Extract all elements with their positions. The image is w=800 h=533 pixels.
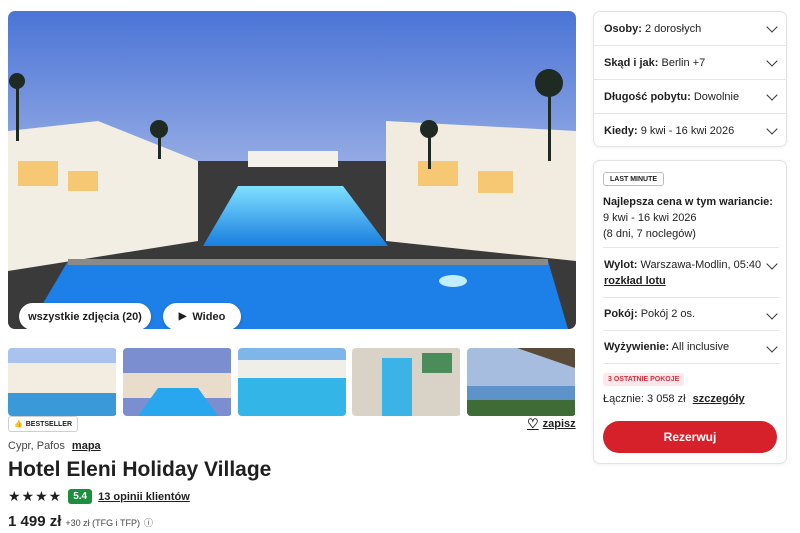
price-extra: +30 zł (TFG i TFP)	[65, 518, 140, 528]
gallery: wszystkie zdjęcia (20) ▶ Wideo	[8, 11, 576, 416]
bestseller-badge: 👍 BESTSELLER	[8, 416, 79, 432]
price-row: 1 499 zł +30 zł (TFG i TFP) ⓘ	[8, 513, 153, 530]
chevron-down-icon	[766, 20, 778, 33]
length-label: Długość pobytu:	[604, 90, 691, 103]
info-icon[interactable]: ⓘ	[144, 516, 153, 529]
reviews-link[interactable]: 13 opinii klientów	[98, 491, 190, 503]
location-text: Cypr, Pafos	[8, 440, 65, 452]
persons-value: 2 dorosłych	[644, 22, 702, 35]
room-row[interactable]: Pokój: Pokój 2 os.	[594, 308, 786, 320]
chevron-down-icon	[766, 88, 778, 101]
hotel-title: Hotel Eleni Holiday Village	[8, 458, 272, 481]
heart-icon: ♡	[527, 416, 539, 431]
from-value: Berlin +7	[661, 56, 706, 69]
board-label: Wyżywienie:	[604, 341, 670, 353]
hero-image	[8, 11, 576, 329]
price: 1 499 zł	[8, 513, 62, 530]
thumbnail-3-image	[237, 348, 346, 416]
chevron-down-icon	[766, 54, 778, 67]
save-button[interactable]: ♡ zapisz	[527, 416, 576, 432]
video-button[interactable]: ▶ Wideo	[163, 303, 241, 329]
rooms-left-badge: 3 OSTATNIE POKOJE	[603, 373, 685, 386]
flight-row[interactable]: Wylot: Warszawa-Modlin, 05:40 rozkład lot…	[594, 257, 786, 289]
filter-departure[interactable]: Skąd i jak: Berlin +7	[594, 46, 786, 80]
book-button[interactable]: Rezerwuj	[603, 421, 777, 453]
filter-when[interactable]: Kiedy: 9 kwi - 16 kwi 2026	[594, 114, 786, 148]
thumbnail-5[interactable]	[467, 348, 576, 416]
board-row[interactable]: Wyżywienie: All inclusive	[594, 341, 786, 353]
all-photos-button[interactable]: wszystkie zdjęcia (20)	[19, 303, 151, 329]
save-label: zapisz	[542, 418, 576, 430]
persons-label: Osoby:	[604, 22, 642, 35]
map-link[interactable]: mapa	[72, 440, 101, 452]
chevron-down-icon	[766, 123, 778, 135]
chevron-down-icon	[766, 308, 778, 320]
rating-row: ★★★★ 5.4 13 opinii klientów	[8, 488, 190, 505]
when-label: Kiedy:	[604, 125, 638, 137]
divider	[603, 363, 779, 364]
total-price: Łącznie: 3 058 zł szczegóły	[603, 393, 745, 405]
thumbnail-4[interactable]	[352, 348, 461, 416]
play-icon: ▶	[178, 311, 187, 322]
thumbnail-3[interactable]	[237, 348, 347, 416]
filter-persons[interactable]: Osoby: 2 dorosłych	[594, 12, 786, 46]
from-label: Skąd i jak:	[604, 56, 659, 69]
thumbnail-2[interactable]	[122, 348, 232, 416]
thumbs-up-icon: 👍	[14, 421, 23, 428]
chevron-down-icon	[766, 341, 778, 353]
room-value: Pokój 2 os.	[640, 308, 696, 320]
filter-length[interactable]: Długość pobytu: Dowolnie	[594, 80, 786, 114]
thumbnail-1[interactable]	[8, 348, 117, 416]
thumbnail-strip	[8, 348, 576, 416]
search-filters: Osoby: 2 dorosłych Skąd i jak: Berlin +7…	[593, 11, 787, 147]
flight-label: Wylot:	[604, 259, 638, 271]
star-rating: ★★★★	[8, 488, 63, 504]
best-price-heading: Najlepsza cena w tym wariancie:	[603, 196, 773, 208]
location: Cypr, Pafos mapa	[8, 440, 101, 452]
offer-card: LAST MINUTE Najlepsza cena w tym warianc…	[593, 160, 787, 464]
length-value: Dowolnie	[693, 90, 740, 103]
when-value: 9 kwi - 16 kwi 2026	[640, 125, 735, 137]
divider	[603, 297, 779, 298]
chevron-down-icon	[766, 258, 778, 270]
flight-value: Warszawa-Modlin, 05:40	[640, 259, 762, 271]
bestseller-label: BESTSELLER	[25, 420, 73, 428]
hero-photo[interactable]: wszystkie zdjęcia (20) ▶ Wideo	[8, 11, 576, 329]
offer-duration: (8 dni, 7 noclegów)	[603, 228, 696, 240]
video-label: Wideo	[192, 310, 226, 323]
last-minute-badge: LAST MINUTE	[603, 172, 665, 186]
thumbnail-4-image	[352, 348, 461, 416]
flight-schedule-link[interactable]: rozkład lotu	[604, 275, 666, 287]
divider	[603, 330, 779, 331]
board-value: All inclusive	[671, 341, 730, 353]
details-link[interactable]: szczegóły	[693, 393, 745, 405]
offer-dates: 9 kwi - 16 kwi 2026	[603, 212, 697, 224]
room-label: Pokój:	[604, 308, 638, 320]
thumbnail-2-image	[122, 348, 231, 416]
thumbnail-5-image	[467, 348, 576, 416]
best-price-info: Najlepsza cena w tym wariancie: 9 kwi - …	[603, 194, 779, 242]
all-photos-label: wszystkie zdjęcia (20)	[28, 310, 142, 323]
total-label: Łącznie: 3 058 zł	[603, 393, 686, 405]
thumbnail-1-image	[8, 348, 116, 416]
review-score-badge: 5.4	[68, 489, 93, 504]
divider	[603, 247, 779, 248]
